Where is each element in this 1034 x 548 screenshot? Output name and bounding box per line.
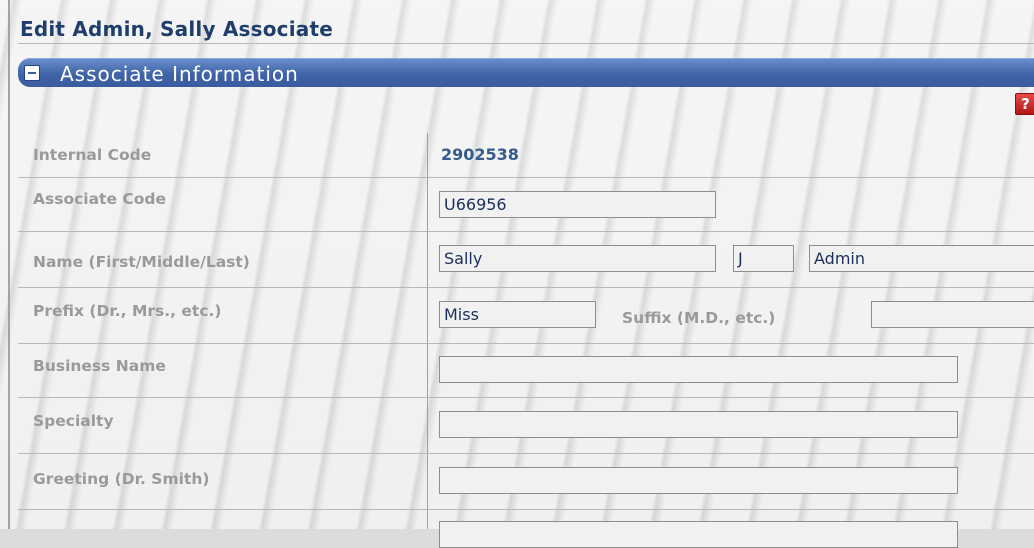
business-name-label: Business Name [33,357,166,375]
row-divider [18,231,1034,232]
left-border [8,0,10,529]
greeting-label: Greeting (Dr. Smith) [33,470,210,488]
help-icon[interactable]: ? [1015,93,1034,115]
row-divider [18,343,1034,344]
business-name-input[interactable] [439,356,958,383]
suffix-input[interactable] [871,301,1034,328]
specialty-input[interactable] [439,411,958,438]
next-row-input[interactable] [439,521,958,548]
last-name-input[interactable]: Admin [809,245,1034,272]
title-divider [18,43,1034,44]
row-divider [18,287,1034,288]
page: Edit Admin, Sally Associate Associate In… [0,0,1034,548]
first-name-input[interactable]: Sally [439,245,716,272]
internal-code-label: Internal Code [33,146,152,164]
internal-code-value: 2902538 [441,145,519,164]
row-divider [18,177,1034,178]
specialty-label: Specialty [33,412,114,430]
suffix-label: Suffix (M.D., etc.) [622,309,776,327]
prefix-label: Prefix (Dr., Mrs., etc.) [33,302,222,320]
section-title: Associate Information [60,62,299,86]
associate-code-input[interactable]: U66956 [439,191,716,218]
row-divider [18,397,1034,398]
section-header-associate-information[interactable]: Associate Information [18,58,1034,87]
name-label: Name (First/Middle/Last) [33,253,250,271]
prefix-input[interactable]: Miss [439,301,596,328]
minus-icon[interactable] [24,65,40,81]
greeting-input[interactable] [439,467,958,494]
column-divider [427,133,428,529]
page-title: Edit Admin, Sally Associate [20,17,334,41]
row-divider [18,453,1034,454]
row-divider [18,509,1034,510]
middle-name-input[interactable]: J [733,245,794,272]
associate-code-label: Associate Code [33,190,167,208]
